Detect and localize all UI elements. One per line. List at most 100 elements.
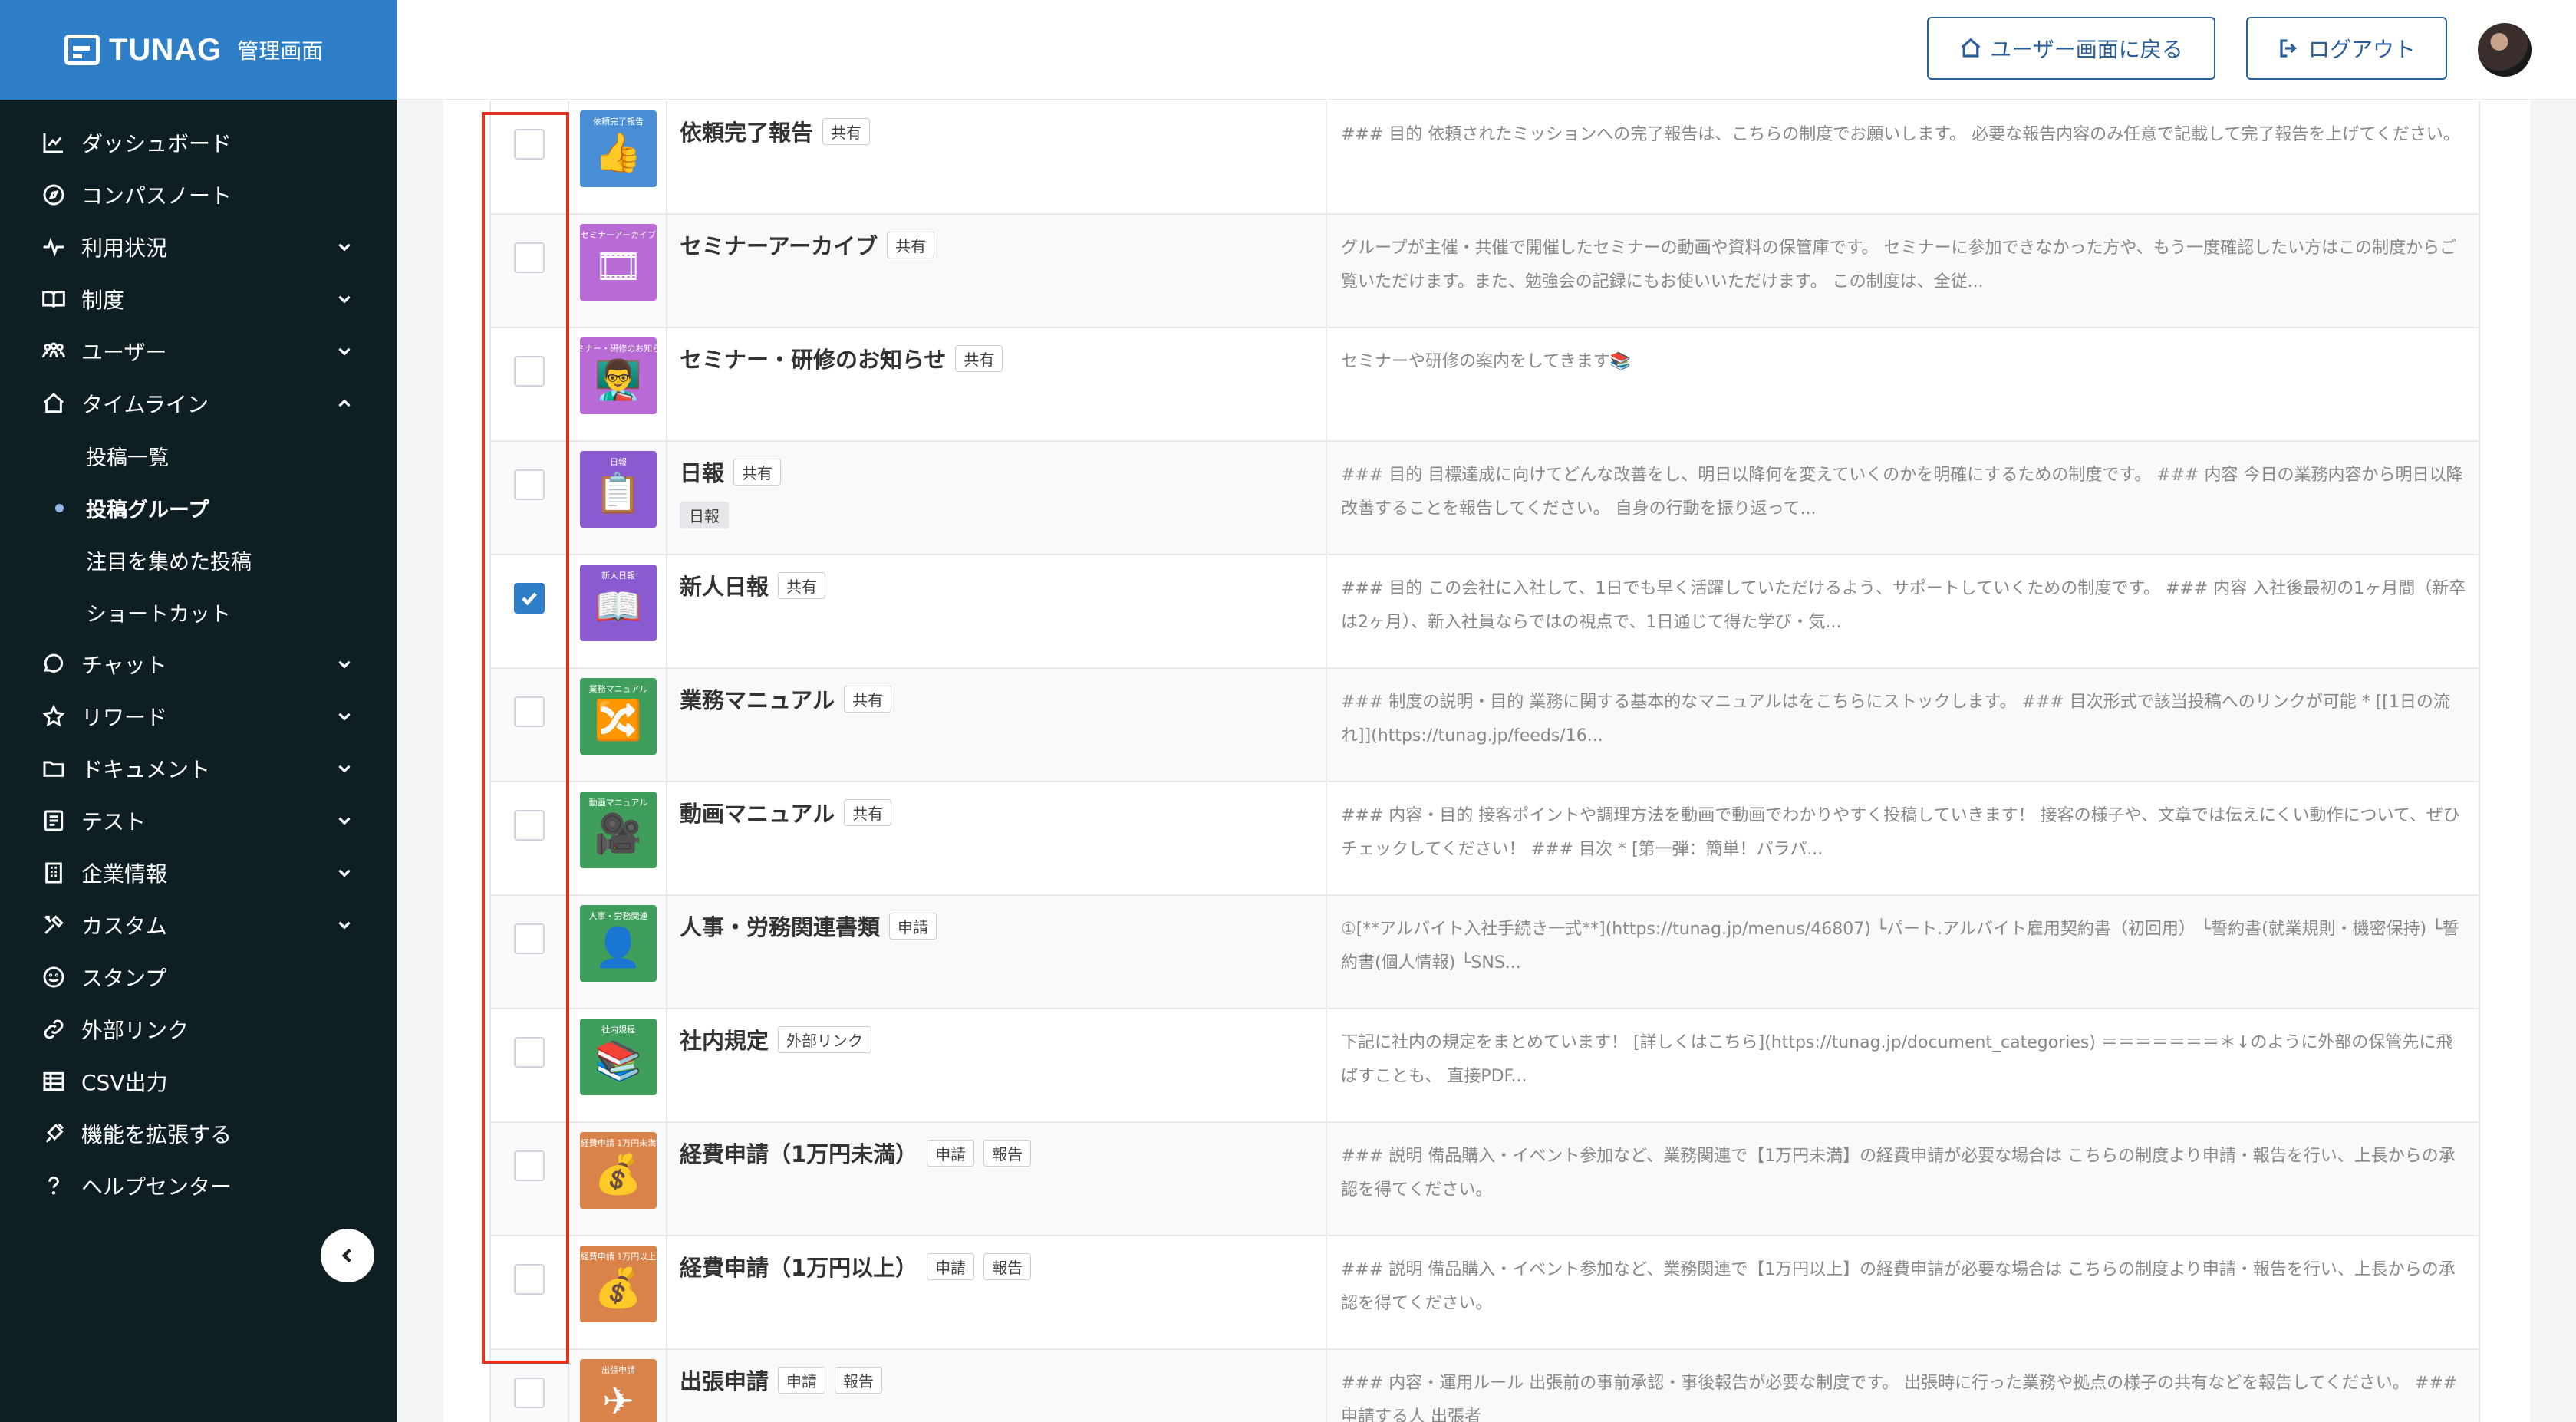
row-name[interactable]: 日報 <box>680 456 724 488</box>
row-checkbox[interactable] <box>514 469 545 500</box>
sidebar-item-help-center[interactable]: ヘルプセンター <box>0 1160 397 1212</box>
table-row[interactable]: セミナー・研修のお知らせ👨‍🏫セミナー・研修のお知らせ共有セミナーや研修の案内を… <box>489 328 2480 442</box>
table-row[interactable]: 動画マニュアル 🎥 動画マニュアル 共有 ### 内容・目的 接客ポイントや調理方法を動… <box>489 782 2480 896</box>
row-sub-tag: 日報 <box>680 502 729 528</box>
sidebar-item-extensions[interactable]: 機能を拡張する <box>0 1108 397 1160</box>
sidebar-item-dashboard[interactable]: ダッシュボード <box>0 117 397 169</box>
sidebar-item-stamp[interactable]: スタンプ <box>0 951 397 1003</box>
row-name-line: 新人日報 共有 <box>680 569 1313 601</box>
row-description: ### 説明 備品購入・イベント参加など、業務関連で【1万円以上】の経費申請が必… <box>1326 1236 2480 1348</box>
row-description: ### 説明 備品購入・イベント参加など、業務関連で【1万円未満】の経費申請が必… <box>1326 1123 2480 1235</box>
row-thumbnail: 新人日報 📖 <box>580 565 657 641</box>
sidebar-subitem-post-groups[interactable]: 投稿グループ <box>0 482 397 534</box>
row-checkbox[interactable] <box>514 129 545 160</box>
row-thumbnail: 社内規程 📚 <box>580 1019 657 1095</box>
table-row[interactable]: 業務マニュアル 🔀 業務マニュアル 共有 ### 制度の説明・目的 業務に関する基本的な… <box>489 669 2480 782</box>
sidebar-subitem-popular-posts[interactable]: 注目を集めた投稿 <box>0 534 397 586</box>
chevron-left-icon <box>341 1248 351 1263</box>
row-name[interactable]: 業務マニュアル <box>680 683 835 715</box>
sidebar-collapse-button[interactable] <box>321 1229 374 1282</box>
row-description: ### 目的 目標達成に向けてどんな改善をし、明日以降何を変えていくのかを明確に… <box>1326 442 2480 554</box>
thumbnail-label: 出張申請 <box>601 1365 635 1375</box>
sidebar-item-external-link[interactable]: 外部リンク <box>0 1003 397 1055</box>
row-description: ①[**アルバイト入社手続き一式**](https://tunag.jp/men… <box>1326 896 2480 1008</box>
chevron-down-icon <box>334 915 354 935</box>
row-name[interactable]: セミナーアーカイブ <box>680 229 878 261</box>
row-thumbnail-cell: セミナー・研修のお知らせ 👨‍🏫 <box>568 328 666 440</box>
table-row[interactable]: 経費申請 1万円未満 💰 経費申請（1万円未満） 申請 報告 ### 説明 備品購入・イベ… <box>489 1123 2480 1236</box>
table-row[interactable]: 新人日報 📖 新人日報 共有 ### 目的 この会社に入社して、1日でも早く活躍していた… <box>489 555 2480 669</box>
sidebar-item-company-info[interactable]: 企業情報 <box>0 847 397 899</box>
chevron-down-icon <box>334 341 354 361</box>
row-name[interactable]: 経費申請（1万円以上） <box>680 1250 917 1282</box>
sidebar-item-usage[interactable]: 利用状況 <box>0 221 397 273</box>
row-name[interactable]: 社内規定 <box>680 1023 769 1055</box>
row-name-cell: セミナーアーカイブ 共有 <box>666 215 1326 327</box>
row-name[interactable]: 依頼完了報告 <box>680 115 813 147</box>
chevron-down-icon <box>334 237 354 257</box>
back-to-user-screen-button[interactable]: ユーザー画面に戻る <box>1927 17 2215 80</box>
table-row[interactable]: 出張申請 ✈ 出張申請 申請 報告 ### 内容・運用ルール 出張前の事前承認・事後報告が… <box>489 1350 2480 1422</box>
thumbnail-label: 人事・労務関連 <box>588 911 648 921</box>
table-row[interactable]: 経費申請 1万円以上 💰 経費申請（1万円以上） 申請 報告 ### 説明 備品購入・イベ… <box>489 1236 2480 1350</box>
sidebar-item-custom[interactable]: カスタム <box>0 899 397 951</box>
sidebar-item-chat[interactable]: チャット <box>0 638 397 690</box>
thumbnail-glyph: 💰 <box>594 1266 643 1310</box>
sidebar-item-reward[interactable]: リワード <box>0 690 397 742</box>
table-row[interactable]: 社内規程 📚 社内規定 外部リンク 下記に社内の規定をまとめています！ [詳しくはこちら… <box>489 1009 2480 1123</box>
table-row[interactable]: セミナーアーカイブ 🎞 セミナーアーカイブ 共有 グループが主催・共催で開催したセミナー… <box>489 215 2480 328</box>
row-checkbox[interactable] <box>514 696 545 727</box>
row-checkbox[interactable] <box>514 1264 545 1295</box>
row-checkbox[interactable] <box>514 1378 545 1408</box>
row-name[interactable]: 新人日報 <box>680 569 769 601</box>
sidebar: TUNAG 管理画面 ダッシュボード コンパスノート 利用状況 制度 ユーザー <box>0 0 397 1422</box>
row-tag: 共有 <box>822 117 871 145</box>
chevron-down-icon <box>334 654 354 674</box>
avatar[interactable] <box>2478 23 2532 77</box>
table-row[interactable]: 人事・労務関連 👤 人事・労務関連書類 申請 ①[**アルバイト入社手続き一式**](h… <box>489 896 2480 1009</box>
table-row[interactable]: 依頼完了報告 👍 依頼完了報告 共有 ### 目的 依頼されたミッションへの完了報告は、… <box>489 101 2480 215</box>
row-checkbox-cell <box>489 101 568 213</box>
row-checkbox-cell <box>489 669 568 781</box>
row-checkbox[interactable] <box>514 242 545 273</box>
row-name-line: 経費申請（1万円未満） 申請 報告 <box>680 1137 1313 1169</box>
thumbnail-glyph: 👤 <box>594 925 643 969</box>
row-checkbox[interactable] <box>514 810 545 841</box>
table-row[interactable]: 日報 📋 日報 共有 日報 ### 目的 目標達成に向けてどんな改善をし、明日以降何を変え… <box>489 442 2480 555</box>
sidebar-item-csv-export[interactable]: CSV出力 <box>0 1055 397 1108</box>
logout-button[interactable]: ログアウト <box>2246 17 2447 80</box>
checklist-icon <box>41 808 66 833</box>
row-thumbnail-cell: 人事・労務関連 👤 <box>568 896 666 1008</box>
table-icon <box>41 1069 66 1094</box>
row-name[interactable]: 動画マニュアル <box>680 796 835 828</box>
thumbnail-glyph: 💰 <box>594 1152 643 1197</box>
row-checkbox[interactable] <box>514 923 545 954</box>
thumbnail-glyph: 🎞 <box>594 244 643 288</box>
row-name[interactable]: セミナー・研修のお知らせ <box>680 342 946 374</box>
row-name-cell: 依頼完了報告 共有 <box>666 101 1326 213</box>
thumbnail-label: セミナー・研修のお知らせ <box>580 344 657 354</box>
row-name[interactable]: 人事・労務関連書類 <box>680 910 880 942</box>
logo-subtitle: 管理画面 <box>237 38 324 64</box>
sidebar-header[interactable]: TUNAG 管理画面 <box>0 0 397 100</box>
sidebar-item-users[interactable]: ユーザー <box>0 325 397 377</box>
sidebar-item-test[interactable]: テスト <box>0 795 397 847</box>
row-name[interactable]: 出張申請 <box>680 1364 769 1396</box>
sidebar-item-system[interactable]: 制度 <box>0 273 397 325</box>
home-icon <box>1961 38 1981 58</box>
row-checkbox[interactable] <box>514 1150 545 1181</box>
sidebar-subitem-shortcuts[interactable]: ショートカット <box>0 586 397 638</box>
row-checkbox[interactable] <box>514 1037 545 1068</box>
chevron-down-icon <box>334 289 354 309</box>
row-name[interactable]: 経費申請（1万円未満） <box>680 1137 917 1169</box>
sidebar-subitem-posts[interactable]: 投稿一覧 <box>0 430 397 482</box>
sidebar-item-compass-note[interactable]: コンパスノート <box>0 169 397 221</box>
row-checkbox[interactable] <box>514 583 545 614</box>
sidebar-item-documents[interactable]: ドキュメント <box>0 742 397 795</box>
check-icon <box>522 592 537 606</box>
row-thumbnail-cell: 新人日報 📖 <box>568 555 666 667</box>
sidebar-item-timeline[interactable]: タイムライン <box>0 377 397 430</box>
row-name-line: 出張申請 申請 報告 <box>680 1364 1313 1396</box>
folder-icon <box>41 756 66 781</box>
row-checkbox[interactable] <box>514 356 545 387</box>
